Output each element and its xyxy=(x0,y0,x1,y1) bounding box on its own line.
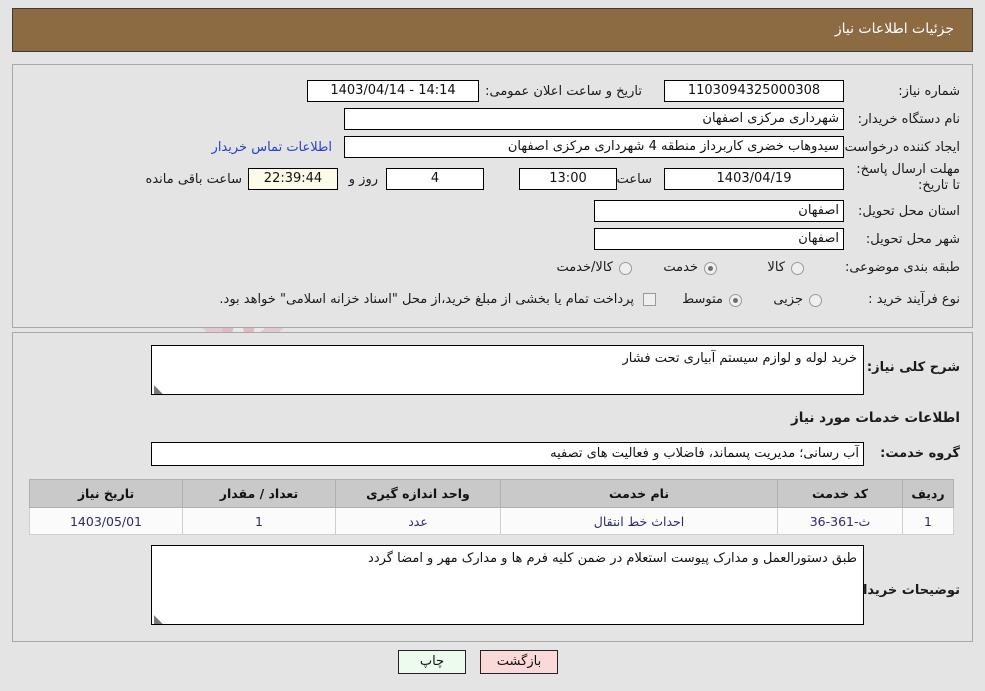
cell-date: 1403/05/01 xyxy=(29,507,183,535)
province-value: اصفهان xyxy=(594,200,844,222)
service-group-label: گروه خدمت: xyxy=(880,446,960,461)
category-option-1-label: خدمت xyxy=(663,260,698,275)
services-table: ردیف کد خدمت نام خدمت واحد اندازه گیری ت… xyxy=(29,479,954,535)
cell-code: ث-361-36 xyxy=(777,507,903,535)
request-creator-label: ایجاد کننده درخواست: xyxy=(840,140,960,155)
page-root: AriaTender.net W جزئیات اطلاعات نیاز شما… xyxy=(0,0,985,691)
request-creator-value: سیدوهاب خضری کاربرداز منطقه 4 شهرداری مر… xyxy=(344,136,844,158)
buyer-org-value: شهرداری مرکزی اصفهان xyxy=(344,108,844,130)
deadline-time-value: 13:00 xyxy=(519,168,617,190)
buyer-contact-link[interactable]: اطلاعات تماس خریدار xyxy=(212,140,332,155)
need-details-panel: شرح کلی نیاز: خرید لوله و لوازم سیستم آب… xyxy=(12,332,973,642)
services-heading: اطلاعات خدمات مورد نیاز xyxy=(790,410,960,426)
category-radio-2[interactable] xyxy=(619,262,632,275)
process-type-label: نوع فرآیند خرید : xyxy=(868,292,960,307)
announce-datetime-label: تاریخ و ساعت اعلان عمومی: xyxy=(485,84,642,99)
table-row: 1 ث-361-36 احداث خط انتقال عدد 1 1403/05… xyxy=(29,507,954,535)
cell-name: احداث خط انتقال xyxy=(500,507,778,535)
deadline-date-value: 1403/04/19 xyxy=(664,168,844,190)
process-type-option-0-label: جزیی xyxy=(773,292,803,307)
treasury-bond-label: پرداخت تمام یا بخشی از مبلغ خرید،از محل … xyxy=(219,292,634,307)
treasury-bond-checkbox[interactable] xyxy=(643,293,656,306)
need-number-label: شماره نیاز: xyxy=(898,84,960,99)
deadline-time-label: ساعت xyxy=(616,172,652,187)
category-option-0-label: کالا xyxy=(767,260,785,275)
table-col-code: کد خدمت xyxy=(777,479,903,508)
table-header-row: ردیف کد خدمت نام خدمت واحد اندازه گیری ت… xyxy=(29,479,954,508)
deadline-label: مهلت ارسال پاسخ: تا تاریخ: xyxy=(856,162,960,193)
resize-grip-icon[interactable]: ◢ xyxy=(154,382,163,394)
print-button[interactable]: چاپ xyxy=(398,650,466,674)
general-description-label: شرح کلی نیاز: xyxy=(866,360,960,375)
deadline-days-value: 4 xyxy=(386,168,484,190)
table-col-quantity: تعداد / مقدار xyxy=(182,479,336,508)
category-radio-1[interactable] xyxy=(704,262,717,275)
deadline-days-suffix: روز و xyxy=(348,172,378,187)
category-option-2-label: کالا/خدمت xyxy=(556,260,613,275)
general-description-textarea[interactable]: خرید لوله و لوازم سیستم آبیاری تحت فشار … xyxy=(151,345,864,395)
need-number-value: 1103094325000308 xyxy=(664,80,844,102)
service-group-value: آب رسانی؛ مدیریت پسماند، فاضلاب و فعالیت… xyxy=(151,442,864,466)
table-col-unit: واحد اندازه گیری xyxy=(335,479,501,508)
page-title: جزئیات اطلاعات نیاز xyxy=(834,21,954,37)
page-header-bar: جزئیات اطلاعات نیاز xyxy=(12,8,973,52)
table-col-date: تاریخ نیاز xyxy=(29,479,183,508)
province-label: استان محل تحویل: xyxy=(858,204,960,219)
table-col-name: نام خدمت xyxy=(500,479,778,508)
buyer-notes-value: طبق دستورالعمل و مدارک پیوست استعلام در … xyxy=(368,551,857,566)
resize-grip-icon-2[interactable]: ◢ xyxy=(154,612,163,624)
deadline-countdown-suffix: ساعت باقی مانده xyxy=(145,172,242,187)
cell-unit: عدد xyxy=(335,507,501,535)
back-button[interactable]: بازگشت xyxy=(480,650,558,674)
city-value: اصفهان xyxy=(594,228,844,250)
cell-radif: 1 xyxy=(902,507,954,535)
buyer-notes-textarea[interactable]: طبق دستورالعمل و مدارک پیوست استعلام در … xyxy=(151,545,864,625)
buyer-org-label: نام دستگاه خریدار: xyxy=(857,112,960,127)
process-type-radio-1[interactable] xyxy=(729,294,742,307)
process-type-option-1-label: متوسط xyxy=(682,292,723,307)
table-col-radif: ردیف xyxy=(902,479,954,508)
cell-quantity: 1 xyxy=(182,507,336,535)
category-label: طبقه بندی موضوعی: xyxy=(844,260,960,275)
buyer-notes-label: توضیحات خریدار: xyxy=(850,583,960,598)
general-description-value: خرید لوله و لوازم سیستم آبیاری تحت فشار xyxy=(622,351,857,366)
announce-datetime-value: 14:14 - 1403/04/14 xyxy=(307,80,479,102)
category-radio-0[interactable] xyxy=(791,262,804,275)
process-type-radio-0[interactable] xyxy=(809,294,822,307)
city-label-text: شهر محل تحویل: xyxy=(865,232,960,247)
deadline-countdown-value: 22:39:44 xyxy=(248,168,338,190)
need-info-panel: شماره نیاز: 1103094325000308 تاریخ و ساع… xyxy=(12,64,973,328)
